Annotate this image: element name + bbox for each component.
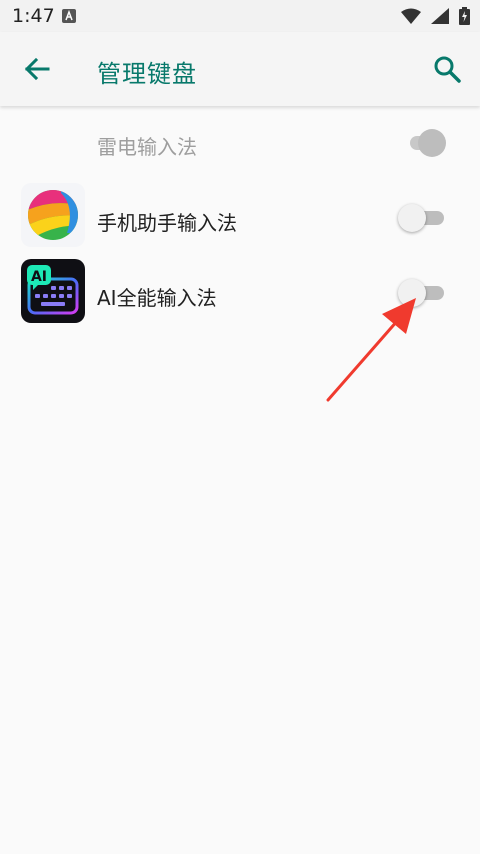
keyboard-label: AI全能输入法 (97, 286, 217, 310)
status-icons (401, 7, 470, 25)
wifi-icon (401, 8, 421, 24)
keyboard-label: 手机助手输入法 (97, 211, 237, 235)
arrow-left-icon (24, 57, 50, 81)
cell-signal-icon (431, 8, 449, 24)
battery-charging-icon (459, 7, 470, 25)
ai-icon-text: AI (31, 269, 47, 285)
status-time: 1:47 (12, 5, 55, 27)
app-bar: 管理键盘 (0, 32, 480, 106)
keyboard-row-phone-assistant: 手机助手输入法 (0, 182, 480, 254)
toggle-thumb (418, 129, 446, 157)
keyboard-label: 雷电输入法 (97, 135, 197, 159)
annotation-arrow-icon (326, 298, 416, 402)
ai-keyboard-icon: AI (21, 259, 85, 323)
notification-a-icon (62, 9, 76, 23)
status-bar: 1:47 (0, 0, 480, 32)
search-icon (434, 56, 461, 83)
keyboard-toggle-phone-assistant[interactable] (398, 204, 446, 232)
search-button[interactable] (428, 50, 466, 88)
keyboard-toggle-leidian[interactable] (398, 129, 446, 157)
back-button[interactable] (18, 50, 56, 88)
toggle-thumb (398, 204, 426, 232)
keyboard-row-leidian: 雷电输入法 (0, 106, 480, 178)
rainbow-ball-icon (21, 183, 85, 247)
page-title: 管理键盘 (97, 60, 197, 88)
